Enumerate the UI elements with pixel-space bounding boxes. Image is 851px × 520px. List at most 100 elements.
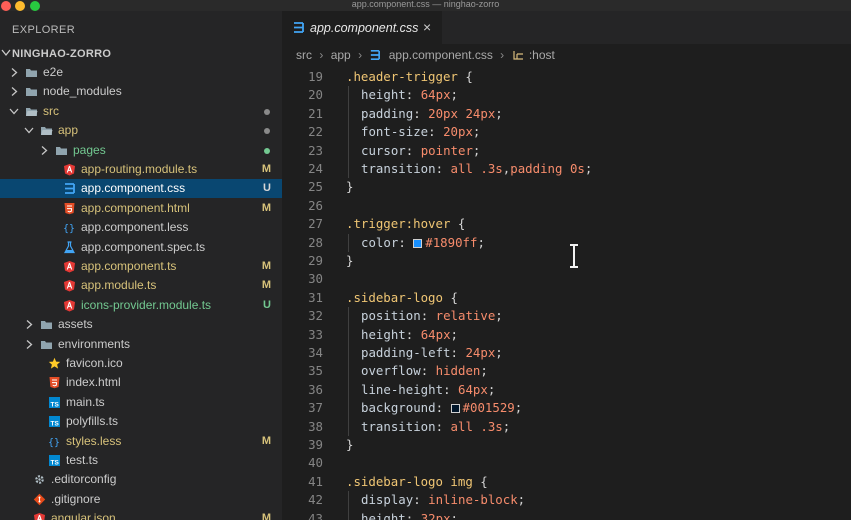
tree-folder-node-modules[interactable]: node_modules	[0, 82, 282, 101]
code-text: .trigger:hover {	[346, 215, 465, 233]
line-number: 25	[308, 179, 323, 195]
ts-icon: TS	[48, 396, 61, 409]
code-line[interactable]: 30	[282, 270, 851, 288]
svg-text:TS: TS	[51, 421, 60, 428]
folder-open-icon	[25, 105, 38, 118]
code-line[interactable]: 39}	[282, 436, 851, 454]
code-line[interactable]: 41 .sidebar-logo img {	[282, 473, 851, 491]
breadcrumb-item-file[interactable]: app.component.css	[389, 48, 493, 62]
indent-guide	[348, 104, 349, 124]
code-line[interactable]: 23 cursor: pointer;	[282, 141, 851, 160]
code-line[interactable]: 38 transition: all .3s;	[282, 417, 851, 436]
breadcrumb-item-app[interactable]: app	[331, 48, 351, 62]
chevron-right-icon	[41, 145, 48, 155]
indent-guide	[348, 509, 349, 520]
code-token: 64px	[420, 326, 451, 342]
angular-icon	[63, 299, 76, 312]
tree-item-label: app.component.less	[81, 220, 189, 235]
tree-file-polyfills-ts[interactable]: TS polyfills.ts	[0, 412, 282, 431]
indent-guide	[348, 123, 349, 142]
tree-file-app-component-spec-ts[interactable]: app.component.spec.ts	[0, 238, 282, 257]
code-line[interactable]: 19 .header-trigger {	[282, 68, 851, 86]
tree-folder-pages[interactable]: pages	[0, 141, 282, 160]
line-number: 24	[308, 161, 323, 176]
line-number: 26	[308, 197, 323, 213]
code-line[interactable]: 25}	[282, 178, 851, 196]
tree-file-app-component-html[interactable]: app.component.html M	[0, 199, 282, 218]
code-line[interactable]: 42 display: inline-block;	[282, 491, 851, 510]
tree-folder-assets[interactable]: assets	[0, 315, 282, 334]
code-token: 32px	[420, 510, 451, 520]
indent-guide	[348, 307, 349, 326]
code-token: :	[405, 142, 421, 158]
breadcrumb-item-src[interactable]: src	[296, 48, 312, 62]
tree-file-app-routing-module-ts[interactable]: app-routing.module.ts M	[0, 160, 282, 179]
tree-file-styles-less[interactable]: {} styles.less M	[0, 432, 282, 451]
tree-folder-e2e[interactable]: e2e	[0, 63, 282, 82]
tree-file-app-module-ts[interactable]: app.module.ts M	[0, 276, 282, 295]
modified-dot	[264, 108, 270, 115]
code-line[interactable]: 32 position: relative;	[282, 307, 851, 326]
tree-file-app-component-ts[interactable]: app.component.ts M	[0, 257, 282, 276]
code-token: ;	[487, 381, 496, 397]
project-section-header[interactable]: NINGHAO-ZORRO	[0, 44, 282, 64]
breadcrumb: src › app › app.component.css › :host	[296, 47, 555, 62]
tree-item-label: e2e	[43, 65, 64, 79]
tree-folder-src[interactable]: src	[0, 102, 282, 121]
tree-file-app-component-less[interactable]: {} app.component.less	[0, 218, 282, 237]
tree-file-icons-provider-module-ts[interactable]: icons-provider.module.ts U	[0, 296, 282, 315]
code-line[interactable]: 34 padding-left: 24px;	[282, 344, 851, 363]
chevron-right-icon	[11, 68, 18, 77]
color-swatch[interactable]	[413, 238, 423, 248]
code-text: line-height: 64px;	[361, 381, 495, 399]
tab-app-component-css[interactable]: app.component.css ×	[282, 11, 442, 44]
color-swatch[interactable]	[450, 404, 460, 414]
chevron-right-icon	[26, 339, 33, 349]
line-number: 31	[308, 289, 323, 305]
tree-file-index-html[interactable]: index.html	[0, 373, 282, 392]
tab-label: app.component.css	[310, 21, 419, 35]
tree-file-test-ts[interactable]: TS test.ts	[0, 451, 282, 470]
tree-item-label: angular.json	[51, 511, 116, 520]
code-line[interactable]: 21 padding: 20px 24px;	[282, 104, 851, 124]
tree-folder-app[interactable]: app	[0, 121, 282, 140]
tree-item-label: test.ts	[66, 453, 99, 467]
code-token: }	[346, 437, 354, 452]
line-number: 22	[308, 124, 323, 140]
tree-file--gitignore[interactable]: .gitignore	[0, 490, 282, 509]
code-token: transition	[361, 161, 436, 176]
code-line[interactable]: 33 height: 64px;	[282, 325, 851, 344]
svg-text:{}: {}	[48, 437, 60, 448]
code-text: position: relative;	[361, 307, 503, 325]
code-line[interactable]: 22 font-size: 20px;	[282, 123, 851, 142]
code-token: ;	[450, 510, 458, 520]
code-line[interactable]: 31 .sidebar-logo {	[282, 289, 851, 307]
code-line[interactable]: 24 transition: all .3s,padding 0s;	[282, 160, 851, 179]
line-number: 32	[308, 308, 323, 324]
tree-file-app-component-css[interactable]: app.component.css U	[0, 179, 282, 199]
code-line[interactable]: 36 line-height: 64px;	[282, 380, 851, 400]
code-line[interactable]: 27 .trigger:hover {	[282, 215, 851, 233]
code-line[interactable]: 35 overflow: hidden;	[282, 362, 851, 381]
tree-file-favicon-ico[interactable]: favicon.ico	[0, 354, 282, 373]
tree-folder-environments[interactable]: environments	[0, 335, 282, 354]
close-tab-button[interactable]: ×	[423, 19, 431, 35]
git-status-badge: M	[261, 201, 271, 214]
code-token: ;	[514, 400, 523, 416]
code-line[interactable]: 37 background: #001529;	[282, 399, 851, 418]
chevron-down-icon	[24, 127, 34, 134]
code-line[interactable]: 26	[282, 197, 851, 215]
tree-file-angular-json[interactable]: angular.json M	[0, 509, 282, 520]
chevron-right-icon: ›	[319, 47, 324, 62]
code-line[interactable]: 20 height: 64px;	[282, 86, 851, 105]
code-line[interactable]: 40	[282, 454, 851, 472]
indent-guide	[348, 141, 349, 160]
tree-item-label: favicon.ico	[66, 356, 123, 370]
ts-icon: TS	[48, 454, 61, 467]
tree-file--editorconfig[interactable]: .editorconfig	[0, 470, 282, 489]
breadcrumb-item-symbol[interactable]: :host	[529, 48, 555, 62]
code-line[interactable]: 43 height: 32px;	[282, 509, 851, 520]
modified-dot	[264, 128, 270, 135]
tree-file-main-ts[interactable]: TS main.ts	[0, 393, 282, 412]
code-token: }	[346, 179, 354, 195]
